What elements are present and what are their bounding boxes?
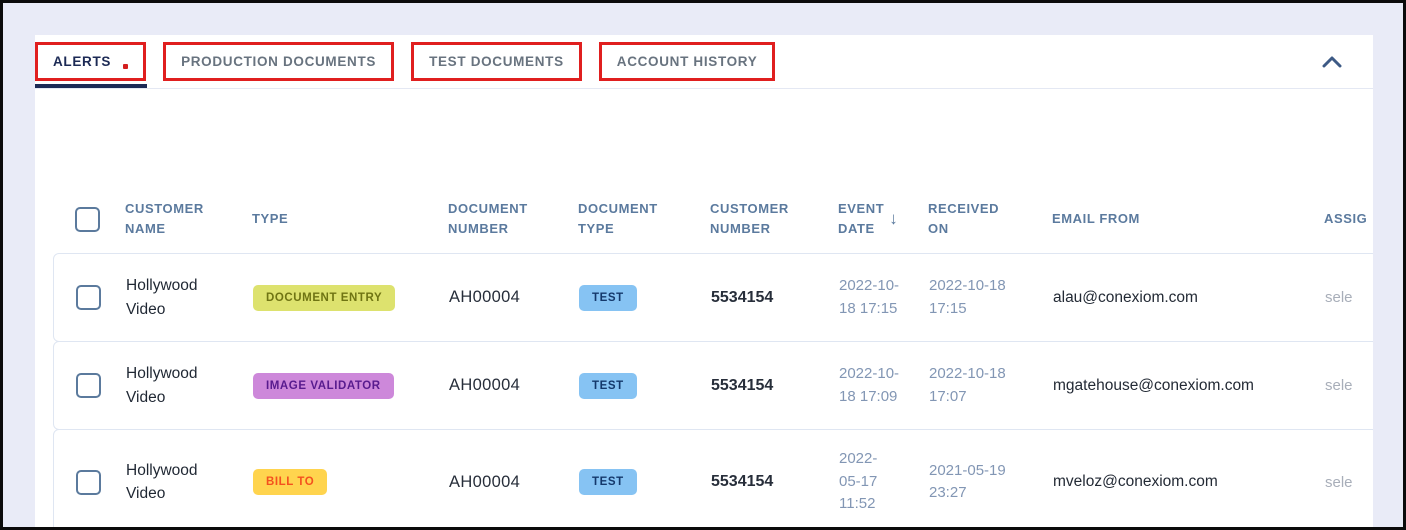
row-checkbox[interactable]	[76, 285, 101, 310]
row-select-cell	[54, 470, 126, 495]
event-date-cell: 2022-10- 18 17:09	[839, 363, 929, 408]
customer-name-cell: Hollywood Video	[126, 274, 253, 321]
header-document-number[interactable]: DOCUMENT NUMBER	[448, 199, 578, 239]
document-number-cell: AH00004	[449, 473, 579, 492]
row-checkbox[interactable]	[76, 470, 101, 495]
table-row[interactable]: Hollywood Video BILL TO AH00004 TEST 553…	[53, 429, 1373, 527]
tab-production-documents[interactable]: PRODUCTION DOCUMENTS	[163, 42, 394, 81]
type-badge: IMAGE VALIDATOR	[253, 373, 394, 399]
header-customer-number[interactable]: CUSTOMER NUMBER	[710, 199, 838, 239]
row-select-cell	[54, 373, 126, 398]
header-received-on[interactable]: RECEIVED ON	[928, 199, 1052, 239]
type-cell: DOCUMENT ENTRY	[253, 285, 449, 311]
tab-alerts-label: ALERTS	[53, 54, 111, 69]
type-badge: DOCUMENT ENTRY	[253, 285, 395, 311]
tab-production-documents-label: PRODUCTION DOCUMENTS	[181, 54, 376, 69]
received-on-cell: 2021-05-19 23:27	[929, 460, 1053, 505]
collapse-panel-button[interactable]	[1321, 51, 1343, 73]
document-type-cell: TEST	[579, 373, 711, 399]
document-type-cell: TEST	[579, 469, 711, 495]
document-type-badge: TEST	[579, 373, 637, 399]
tab-alerts[interactable]: ALERTS	[35, 42, 146, 81]
tab-test-documents-label: TEST DOCUMENTS	[429, 54, 564, 69]
email-from-cell: mveloz@conexiom.com	[1053, 473, 1309, 491]
assigned-select[interactable]: sele	[1309, 377, 1373, 394]
type-cell: BILL TO	[253, 469, 449, 495]
document-number-cell: AH00004	[449, 288, 579, 307]
document-type-badge: TEST	[579, 469, 637, 495]
alerts-notification-dot	[123, 64, 128, 69]
header-type[interactable]: TYPE	[252, 209, 448, 229]
tab-test-documents[interactable]: TEST DOCUMENTS	[411, 42, 582, 81]
screenshot-frame: ALERTS PRODUCTION DOCUMENTS TEST DOCUMEN…	[0, 0, 1406, 530]
event-date-cell: 2022-10- 18 17:15	[839, 275, 929, 320]
header-select-cell	[53, 207, 125, 232]
header-event-date[interactable]: EVENT DATE ↓	[838, 199, 928, 239]
table-row[interactable]: Hollywood Video DOCUMENT ENTRY AH00004 T…	[53, 253, 1373, 342]
customer-number-cell: 5534154	[711, 473, 839, 491]
select-all-checkbox[interactable]	[75, 207, 100, 232]
header-email-from[interactable]: EMAIL FROM	[1052, 209, 1308, 229]
table-header-row: CUSTOMER NAME TYPE DOCUMENT NUMBER DOCUM…	[53, 184, 1373, 254]
received-on-cell: 2022-10-18 17:07	[929, 363, 1053, 408]
header-event-date-label: EVENT DATE	[838, 199, 884, 239]
chevron-up-icon	[1322, 56, 1342, 68]
table-row[interactable]: Hollywood Video IMAGE VALIDATOR AH00004 …	[53, 341, 1373, 430]
customer-number-cell: 5534154	[711, 377, 839, 395]
customer-name-cell: Hollywood Video	[126, 459, 253, 506]
row-checkbox[interactable]	[76, 373, 101, 398]
document-number-cell: AH00004	[449, 376, 579, 395]
customer-name-cell: Hollywood Video	[126, 362, 253, 409]
email-from-cell: mgatehouse@conexiom.com	[1053, 377, 1309, 395]
content-panel: ALERTS PRODUCTION DOCUMENTS TEST DOCUMEN…	[35, 35, 1373, 527]
type-cell: IMAGE VALIDATOR	[253, 373, 449, 399]
document-type-badge: TEST	[579, 285, 637, 311]
tab-account-history-label: ACCOUNT HISTORY	[617, 54, 758, 69]
assigned-select[interactable]: sele	[1309, 474, 1373, 491]
active-tab-underline	[35, 84, 147, 88]
header-document-type[interactable]: DOCUMENT TYPE	[578, 199, 710, 239]
event-date-cell: 2022- 05-17 11:52	[839, 448, 929, 516]
customer-number-cell: 5534154	[711, 289, 839, 307]
header-assigned[interactable]: ASSIG	[1308, 209, 1373, 229]
document-type-cell: TEST	[579, 285, 711, 311]
email-from-cell: alau@conexiom.com	[1053, 289, 1309, 307]
assigned-select[interactable]: sele	[1309, 289, 1373, 306]
tab-bar: ALERTS PRODUCTION DOCUMENTS TEST DOCUMEN…	[35, 35, 1373, 89]
received-on-cell: 2022-10-18 17:15	[929, 275, 1053, 320]
header-customer-name[interactable]: CUSTOMER NAME	[125, 199, 252, 239]
alerts-table: CUSTOMER NAME TYPE DOCUMENT NUMBER DOCUM…	[53, 184, 1373, 527]
row-select-cell	[54, 285, 126, 310]
type-badge: BILL TO	[253, 469, 327, 495]
tab-account-history[interactable]: ACCOUNT HISTORY	[599, 42, 776, 81]
sort-descending-icon[interactable]: ↓	[889, 206, 898, 232]
